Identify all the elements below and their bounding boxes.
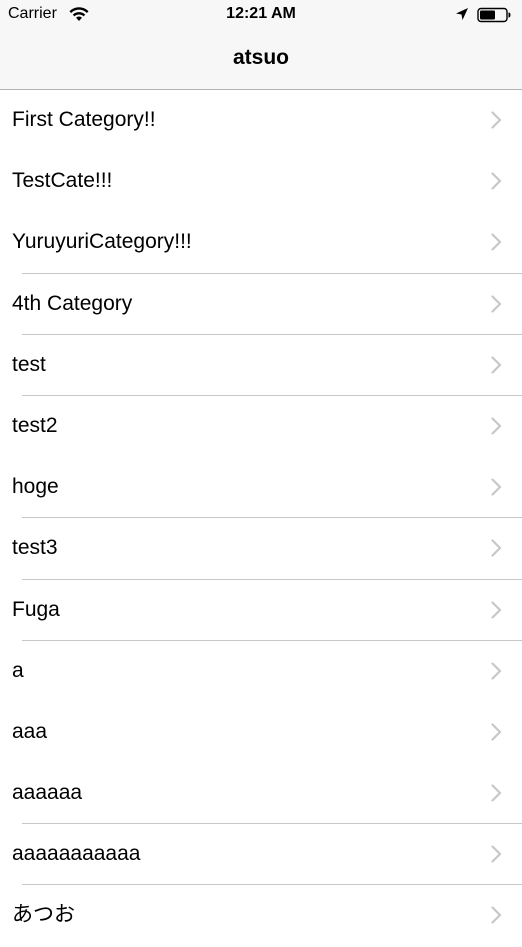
category-list: First Category!! TestCate!!! YuruyuriCateg… — [0, 90, 522, 947]
list-item[interactable]: aaa — [0, 702, 522, 763]
list-item-label: test2 — [12, 413, 58, 437]
status-bar: Carrier 12:21 AM — [0, 0, 522, 30]
location-arrow-icon — [456, 8, 468, 20]
list-item[interactable]: test3 — [0, 518, 522, 580]
list-item[interactable]: aaaaaa — [0, 763, 522, 825]
chevron-right-icon — [491, 172, 502, 190]
chevron-right-icon — [491, 356, 502, 374]
chevron-right-icon — [491, 294, 502, 313]
list-item[interactable]: TestCate!!! — [0, 151, 522, 212]
list-item[interactable]: Fuga — [0, 580, 522, 641]
list-item[interactable]: aaaaaaaaaaa — [0, 824, 522, 886]
list-item[interactable]: 4th Category — [0, 274, 522, 335]
list-item-label: test — [12, 352, 46, 376]
list-item-label: aaaaaa — [12, 781, 83, 805]
list-item-label: 4th Category — [12, 291, 133, 315]
list-item-label: YuruyuriCategory!!! — [12, 230, 192, 254]
battery-icon — [477, 7, 511, 23]
nav-title: atsuo — [232, 46, 289, 69]
chevron-right-icon — [491, 600, 502, 619]
list-item[interactable]: あつお — [0, 885, 522, 946]
list-item[interactable]: YuruyuriCategory!!! — [0, 212, 522, 274]
list-item-label: aaaaaaaaaaa — [12, 842, 141, 866]
status-time: 12:21 AM — [226, 5, 296, 22]
list-item-label: hoge — [12, 475, 59, 499]
chevron-right-icon — [491, 478, 502, 496]
chevron-right-icon — [491, 723, 502, 741]
list-item[interactable]: a — [0, 641, 522, 702]
chevron-right-icon — [491, 233, 502, 251]
list-item-label: TestCate!!! — [12, 169, 113, 193]
chevron-right-icon — [491, 784, 502, 802]
navigation-bar: atsuo — [0, 30, 522, 90]
list-item-label: あつお — [12, 903, 75, 927]
list-item[interactable]: test2 — [0, 396, 522, 457]
list-item-label: aaa — [12, 719, 48, 743]
chevron-right-icon — [491, 539, 502, 557]
chevron-right-icon — [491, 906, 502, 925]
list-item[interactable]: First Category!! — [0, 90, 522, 151]
list-item-label: First Category!! — [12, 108, 156, 131]
list-item-label: test3 — [12, 536, 58, 560]
chevron-right-icon — [491, 111, 502, 129]
list-item[interactable]: hoge — [0, 457, 522, 519]
list-item-label: Fuga — [12, 597, 60, 621]
chevron-right-icon — [491, 845, 502, 863]
list-item-label: a — [12, 658, 24, 682]
chevron-right-icon — [491, 417, 502, 435]
list-item[interactable]: test — [0, 335, 522, 396]
chevron-right-icon — [491, 662, 502, 680]
